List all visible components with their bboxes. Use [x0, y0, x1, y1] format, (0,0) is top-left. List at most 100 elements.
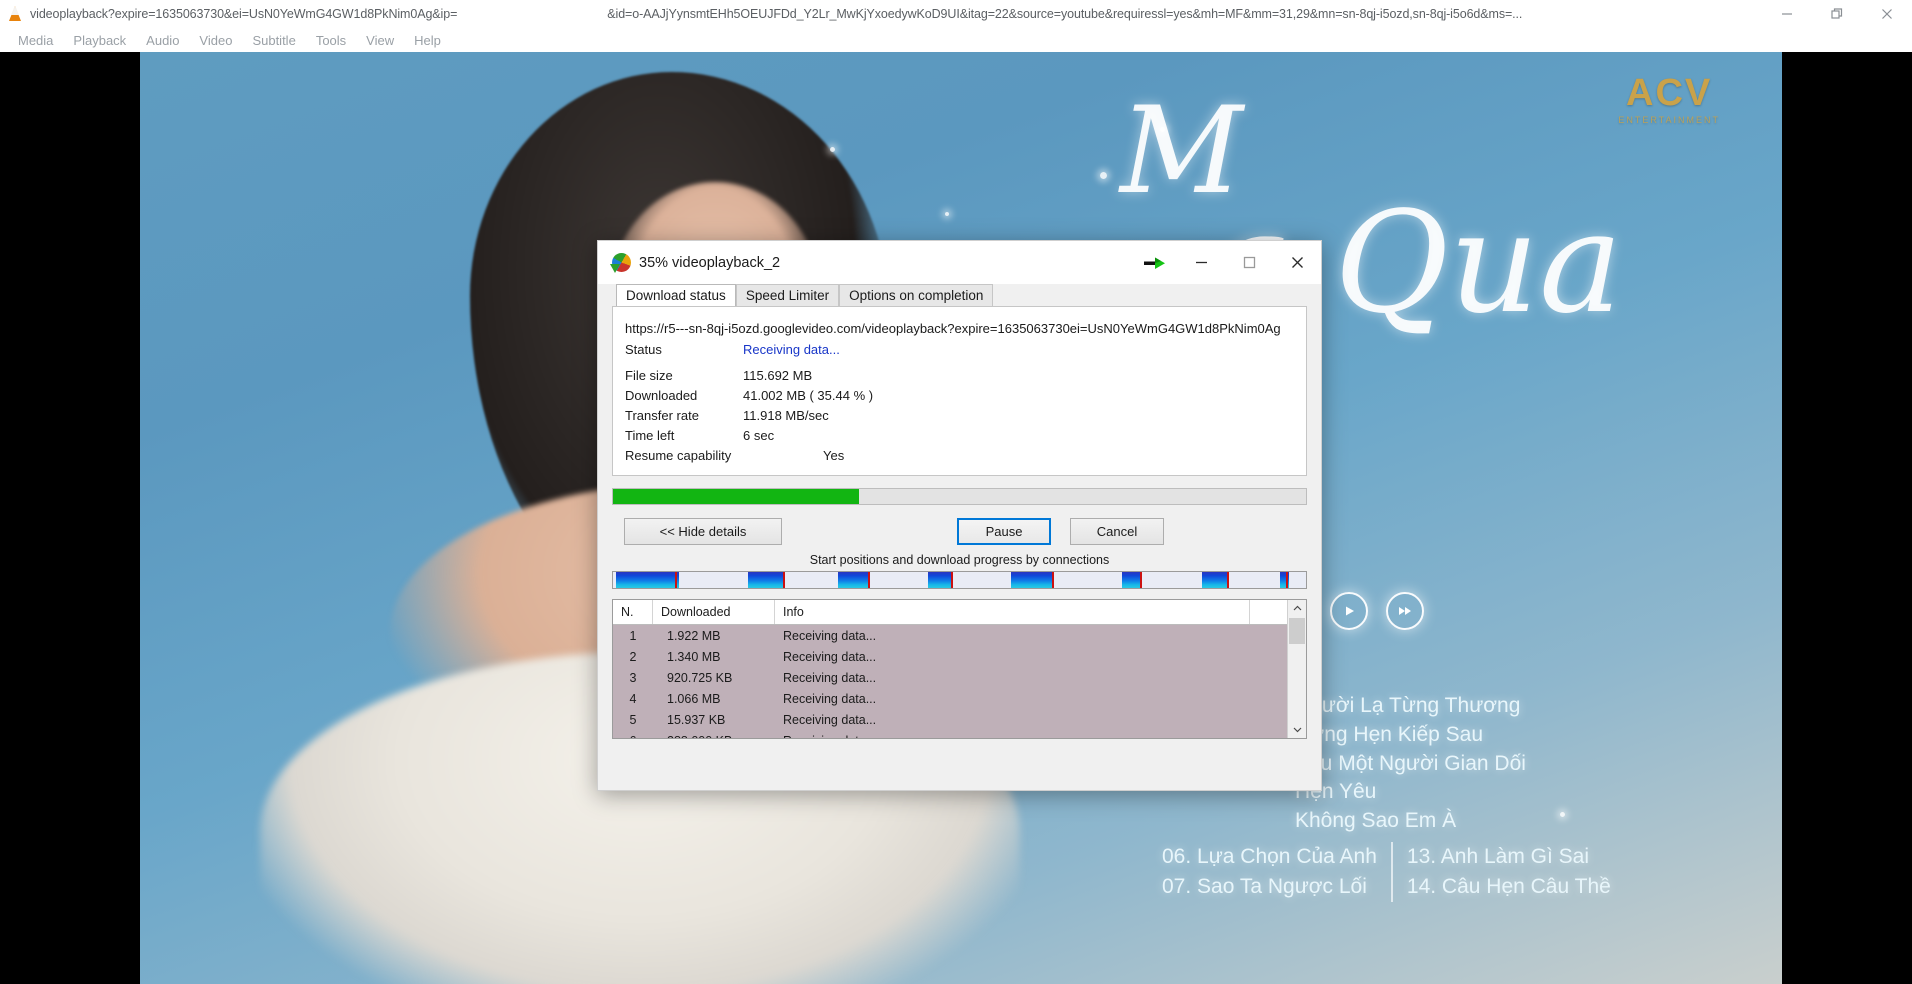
- acv-logo-sub: ENTERTAINMENT: [1618, 115, 1720, 125]
- field-transfer-rate: Transfer rate 11.918 MB/sec: [625, 408, 1294, 423]
- green-arrow-icon[interactable]: [1133, 241, 1177, 284]
- cell-number: 5: [629, 712, 637, 727]
- table-row[interactable]: 6288.000 KBReceiving data...: [613, 730, 1306, 739]
- download-progress-bar: [612, 488, 1307, 505]
- chevron-up-icon[interactable]: [1288, 600, 1306, 617]
- menu-subtitle[interactable]: Subtitle: [242, 33, 305, 48]
- connections-table[interactable]: N. Downloaded Info 1 1.922 MB Receiving da…: [612, 599, 1307, 739]
- menu-view[interactable]: View: [356, 33, 404, 48]
- sparkle-icon: [1160, 127, 1165, 132]
- scrollbar-thumb[interactable]: [1289, 618, 1305, 644]
- field-resume-capability: Resume capability Yes: [625, 448, 1294, 463]
- video-script-text-1: M: [1120, 82, 1243, 221]
- table-body[interactable]: 1 1.922 MB Receiving data... 2 1.340 MB Recei…: [613, 625, 1306, 739]
- connections-caption: Start positions and download progress by…: [809, 553, 1110, 567]
- track-item: 14. Câu Hẹn Câu Thề: [1406, 874, 1611, 898]
- column-header-info: Info: [775, 600, 1250, 624]
- field-value: 11.918 MB/sec: [743, 408, 829, 423]
- idm-globe-icon: [610, 253, 631, 273]
- tracklist-column-left: 06. Lựa Chọn Của Anh 07. Sao Ta Ngược Lố…: [1148, 842, 1391, 902]
- table-header-row: N. Downloaded Info: [613, 600, 1306, 625]
- field-label: Transfer rate: [625, 408, 699, 423]
- tab-download-status[interactable]: Download status: [616, 284, 736, 306]
- vlc-title-bar: videoplayback?expire=1635063730&ei=UsN0Y…: [0, 0, 1912, 28]
- connection-segment-marker: [868, 572, 871, 588]
- menu-media[interactable]: Media: [8, 33, 63, 48]
- cell-downloaded: 1.922 MB: [667, 628, 721, 643]
- vlc-window-controls: [1762, 0, 1912, 28]
- cell-downloaded: 288.000 KB: [653, 730, 775, 739]
- minimize-icon[interactable]: [1762, 0, 1812, 28]
- idm-download-dialog[interactable]: 35% videoplayback_2 Download status Spee…: [597, 240, 1322, 791]
- connection-segment: [616, 572, 679, 588]
- cell-info: Receiving data...: [783, 670, 877, 685]
- connection-segment-marker: [1226, 572, 1229, 588]
- column-header-downloaded: Downloaded: [653, 600, 775, 624]
- field-value: 115.692 MB: [743, 368, 813, 383]
- cell-info: Receiving data...: [775, 730, 1250, 739]
- connection-segment: [1011, 572, 1052, 588]
- cell-number: 2: [629, 649, 637, 664]
- minimize-icon[interactable]: [1177, 241, 1225, 284]
- connection-segment: [838, 572, 869, 588]
- vlc-menu-bar: Media Playback Audio Video Subtitle Tool…: [0, 28, 1912, 52]
- pause-button[interactable]: Pause: [957, 518, 1051, 545]
- video-tracklist-bottom: 06. Lựa Chọn Của Anh 07. Sao Ta Ngược Lố…: [1148, 842, 1625, 902]
- vlc-window-title-continued: &id=o-AAJjYynsmtEHh5OEUJFDd_Y2Lr_MwKjYxo…: [607, 7, 1523, 21]
- field-status: Status Receiving data...: [625, 342, 1294, 357]
- close-icon[interactable]: [1862, 0, 1912, 28]
- table-scrollbar[interactable]: [1287, 600, 1306, 738]
- sparkle-icon: [830, 147, 835, 152]
- menu-audio[interactable]: Audio: [136, 33, 189, 48]
- column-header-extra: [1250, 600, 1292, 624]
- table-row[interactable]: 5 15.937 KB Receiving data...: [613, 709, 1306, 730]
- track-item: Yêu Một Người Gian Dối: [1295, 751, 1526, 775]
- chevron-down-icon[interactable]: [1288, 721, 1306, 738]
- screen: videoplayback?expire=1635063730&ei=UsN0Y…: [0, 0, 1912, 984]
- field-file-size: File size 115.692 MB: [625, 368, 1294, 383]
- fast-forward-circle-icon: [1386, 592, 1424, 630]
- track-item: Không Sao Em À: [1295, 809, 1457, 833]
- hide-details-button[interactable]: << Hide details: [624, 518, 782, 545]
- sparkle-icon: [1560, 812, 1565, 817]
- table-row[interactable]: 2 1.340 MB Receiving data...: [613, 646, 1306, 667]
- cell-info: Receiving data...: [783, 712, 877, 727]
- column-header-number: N.: [613, 600, 653, 624]
- table-row[interactable]: 4 1.066 MB Receiving data...: [613, 688, 1306, 709]
- menu-playback[interactable]: Playback: [63, 33, 136, 48]
- tab-speed-limiter[interactable]: Speed Limiter: [735, 284, 840, 306]
- tab-options-on-completion[interactable]: Options on completion: [839, 284, 994, 306]
- vlc-cone-icon: [6, 5, 24, 23]
- field-value: 6 sec: [743, 428, 775, 443]
- table-row[interactable]: 1 1.922 MB Receiving data...: [613, 625, 1306, 646]
- vlc-window-title: videoplayback?expire=1635063730&ei=UsN0Y…: [30, 7, 458, 21]
- idm-dialog-title: 35% videoplayback_2: [639, 254, 781, 271]
- cell-downloaded: 1.340 MB: [667, 649, 721, 664]
- connection-segment-marker: [1285, 572, 1288, 588]
- table-row[interactable]: 3 920.725 KB Receiving data...: [613, 667, 1306, 688]
- sparkle-icon: [1100, 172, 1107, 179]
- dialog-button-row: << Hide details Pause Cancel: [612, 518, 1307, 545]
- connection-segment: [1122, 572, 1141, 588]
- track-item: 06. Lựa Chọn Của Anh: [1162, 845, 1377, 868]
- menu-tools[interactable]: Tools: [306, 33, 356, 48]
- connection-segment: [1202, 572, 1227, 588]
- track-item: 07. Sao Ta Ngược Lối: [1162, 874, 1367, 898]
- close-icon[interactable]: [1273, 241, 1321, 284]
- connection-segment-marker: [1051, 572, 1054, 588]
- idm-title-bar: 35% videoplayback_2: [598, 241, 1321, 284]
- cell-downloaded: 920.725 KB: [667, 670, 733, 685]
- cell-number: 3: [629, 670, 637, 685]
- menu-video[interactable]: Video: [189, 33, 242, 48]
- track-item: Đừng Hẹn Kiếp Sau: [1295, 722, 1484, 746]
- idm-dialog-body: Download status Speed Limiter Options on…: [598, 284, 1321, 739]
- video-tracklist-right: Người Lạ Từng Thương Đừng Hẹn Kiếp Sau Y…: [1295, 692, 1526, 836]
- field-downloaded: Downloaded 41.002 MB ( 35.44 % ): [625, 388, 1294, 403]
- cancel-button[interactable]: Cancel: [1070, 518, 1164, 545]
- connection-segment-marker: [675, 572, 678, 588]
- menu-help[interactable]: Help: [404, 33, 451, 48]
- field-label: Resume capability: [625, 448, 732, 463]
- cell-downloaded: 1.066 MB: [667, 691, 721, 706]
- maximize-icon[interactable]: [1225, 241, 1273, 284]
- restore-icon[interactable]: [1812, 0, 1862, 28]
